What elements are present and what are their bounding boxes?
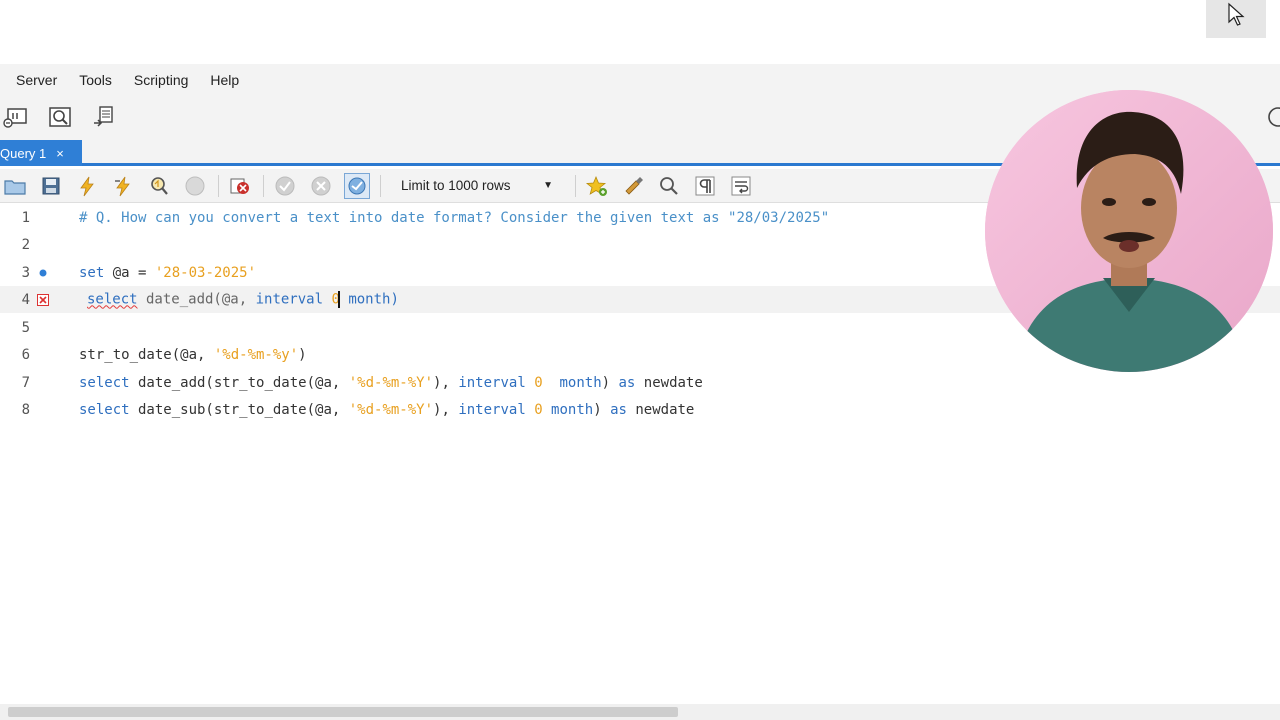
mysql-workbench-window: Server Tools Scripting Help Query 1 × Li… [0, 0, 1280, 720]
scrollbar-thumb[interactable] [8, 707, 678, 717]
horizontal-scrollbar[interactable] [0, 704, 1280, 720]
invisible-chars-icon[interactable] [692, 173, 718, 199]
menu-server[interactable]: Server [16, 72, 57, 88]
code-text: date_add(@a, [137, 291, 256, 308]
comment-text: # Q. How can you convert a text into dat… [79, 209, 830, 226]
code-text: date_sub(str_to_date(@a, [129, 401, 349, 418]
menu-bar: Server Tools Scripting Help [0, 64, 1280, 96]
editor-line: 7 select date_add(str_to_date(@a, '%d-%m… [0, 369, 1280, 396]
presenter-webcam-overlay [985, 90, 1273, 372]
new-connection-icon[interactable] [2, 104, 30, 130]
wrap-icon[interactable] [728, 173, 754, 199]
keyword: as [618, 374, 636, 391]
toolbar-separator [263, 174, 264, 197]
line-code: # Q. How can you convert a text into dat… [79, 210, 829, 226]
bookmark-star-icon[interactable] [584, 173, 610, 199]
code-text: ), [433, 401, 459, 418]
execute-icon[interactable] [74, 173, 100, 199]
keyword-error: select [87, 291, 138, 308]
limit-rows-label: Limit to 1000 rows [401, 178, 511, 193]
keyword: interval [255, 291, 324, 308]
toolbar-separator [575, 174, 576, 197]
string-literal: '%d-%m-%Y' [348, 401, 434, 418]
menu-scripting[interactable]: Scripting [134, 72, 188, 88]
find-icon[interactable] [656, 173, 682, 199]
toolbar-separator [380, 174, 381, 197]
keyword: select [79, 374, 130, 391]
rollback-icon[interactable] [308, 173, 334, 199]
menu-tools[interactable]: Tools [79, 72, 112, 88]
string-literal: '%d-%m-%y' [213, 346, 299, 363]
tab-label: Query 1 [0, 145, 47, 161]
line-number: 3 [21, 264, 30, 281]
string-literal: '28-03-2025' [154, 264, 257, 281]
keyword: interval [458, 401, 526, 418]
keyword: as [610, 401, 627, 418]
error-marker-icon[interactable] [37, 293, 49, 306]
toolbar-right-icon[interactable] [1264, 104, 1280, 130]
toggle-error-icon[interactable] [227, 173, 253, 199]
autocommit-icon[interactable] [344, 172, 370, 199]
line-number: 2 [21, 236, 30, 253]
code-text: ) [593, 401, 611, 418]
chevron-down-icon: ▼ [543, 180, 553, 191]
stop-icon[interactable] [182, 173, 208, 199]
menu-help[interactable]: Help [210, 72, 239, 88]
code-text: @a = [104, 264, 155, 281]
line-code: set @a = '28-03-2025' [79, 265, 256, 281]
close-icon[interactable]: × [56, 146, 64, 161]
line-number: 4 [21, 291, 30, 308]
keyword: month [542, 374, 602, 391]
tab-query-1[interactable]: Query 1 × [0, 140, 82, 166]
line-code: select date_sub(str_to_date(@a, '%d-%m-%… [79, 402, 694, 418]
explain-icon[interactable] [146, 173, 172, 199]
title-area [0, 0, 1280, 64]
keyword: set [79, 264, 105, 281]
code-text: ), [433, 374, 459, 391]
string-literal: '%d-%m-%Y' [348, 374, 434, 391]
line-number: 7 [21, 374, 30, 391]
line-code: select date_add(@a, interval 0 month) [87, 291, 399, 308]
code-text: newdate [635, 374, 703, 391]
code-text: newdate [626, 401, 695, 418]
execute-current-icon[interactable] [110, 173, 136, 199]
line-number: 6 [21, 346, 30, 363]
limit-rows-select[interactable]: Limit to 1000 rows ▼ [393, 172, 561, 199]
manage-server-icon[interactable] [90, 104, 118, 130]
code-text: ) [601, 374, 619, 391]
open-folder-icon[interactable] [2, 173, 28, 199]
code-text: ) [298, 346, 307, 363]
mouse-cursor-icon [1228, 2, 1245, 26]
keyword: month [542, 401, 594, 418]
inspect-icon[interactable] [46, 104, 74, 130]
line-code: select date_add(str_to_date(@a, '%d-%m-%… [79, 375, 703, 391]
line-number: 5 [21, 319, 30, 336]
number-literal: 0 [525, 374, 543, 391]
code-text: str_to_date(@a, [79, 346, 214, 363]
beautify-icon[interactable] [620, 173, 646, 199]
statement-dot-icon [37, 267, 49, 279]
code-text: month) [339, 291, 399, 308]
keyword: select [79, 401, 130, 418]
keyword: interval [458, 374, 526, 391]
code-text: date_add(str_to_date(@a, [129, 374, 349, 391]
editor-line: 8 select date_sub(str_to_date(@a, '%d-%m… [0, 396, 1280, 423]
commit-icon[interactable] [272, 173, 298, 199]
toolbar-separator [218, 174, 219, 197]
number-literal: 0 [525, 401, 543, 418]
save-icon[interactable] [38, 173, 64, 199]
line-number: 8 [21, 401, 30, 418]
line-number: 1 [21, 209, 30, 226]
line-code: str_to_date(@a, '%d-%m-%y') [79, 347, 307, 363]
